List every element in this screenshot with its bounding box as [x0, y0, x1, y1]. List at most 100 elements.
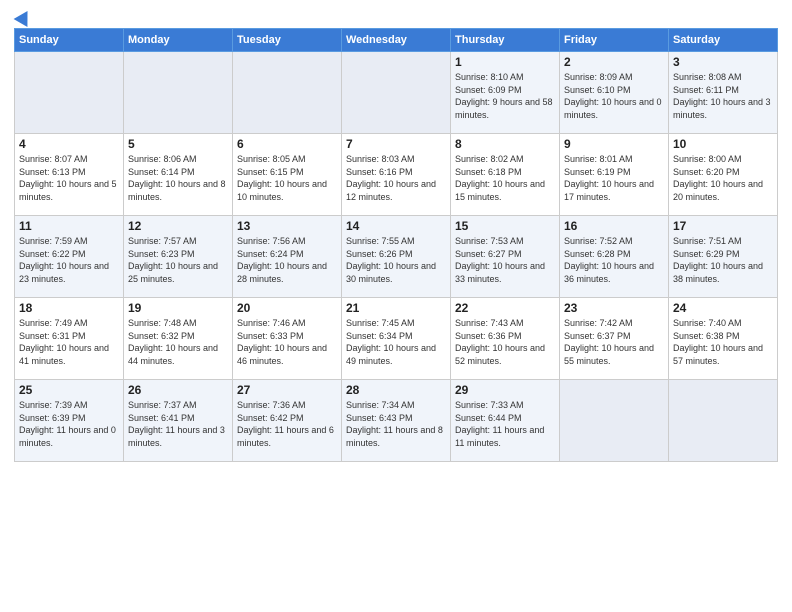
- day-info: Sunrise: 7:39 AM Sunset: 6:39 PM Dayligh…: [19, 399, 119, 449]
- day-info: Sunrise: 7:49 AM Sunset: 6:31 PM Dayligh…: [19, 317, 119, 367]
- day-info: Sunrise: 8:03 AM Sunset: 6:16 PM Dayligh…: [346, 153, 446, 203]
- day-number: 26: [128, 383, 228, 397]
- logo: [14, 10, 32, 22]
- table-row: [342, 52, 451, 134]
- table-row: 8 Sunrise: 8:02 AM Sunset: 6:18 PM Daylig…: [451, 134, 560, 216]
- calendar-week-row: 25 Sunrise: 7:39 AM Sunset: 6:39 PM Dayli…: [15, 380, 778, 462]
- day-number: 28: [346, 383, 446, 397]
- table-row: 25 Sunrise: 7:39 AM Sunset: 6:39 PM Dayli…: [15, 380, 124, 462]
- calendar-day-header: Saturday: [669, 29, 778, 52]
- day-info: Sunrise: 7:42 AM Sunset: 6:37 PM Dayligh…: [564, 317, 664, 367]
- day-info: Sunrise: 7:51 AM Sunset: 6:29 PM Dayligh…: [673, 235, 773, 285]
- calendar-week-row: 18 Sunrise: 7:49 AM Sunset: 6:31 PM Dayli…: [15, 298, 778, 380]
- day-number: 9: [564, 137, 664, 151]
- day-number: 19: [128, 301, 228, 315]
- table-row: [669, 380, 778, 462]
- day-number: 13: [237, 219, 337, 233]
- day-number: 5: [128, 137, 228, 151]
- day-info: Sunrise: 8:06 AM Sunset: 6:14 PM Dayligh…: [128, 153, 228, 203]
- calendar-day-header: Monday: [124, 29, 233, 52]
- day-info: Sunrise: 7:46 AM Sunset: 6:33 PM Dayligh…: [237, 317, 337, 367]
- day-info: Sunrise: 8:01 AM Sunset: 6:19 PM Dayligh…: [564, 153, 664, 203]
- logo-triangle-icon: [14, 7, 35, 27]
- day-info: Sunrise: 7:48 AM Sunset: 6:32 PM Dayligh…: [128, 317, 228, 367]
- day-info: Sunrise: 8:10 AM Sunset: 6:09 PM Dayligh…: [455, 71, 555, 121]
- calendar-day-header: Sunday: [15, 29, 124, 52]
- page-header: [14, 10, 778, 22]
- table-row: 5 Sunrise: 8:06 AM Sunset: 6:14 PM Daylig…: [124, 134, 233, 216]
- table-row: 29 Sunrise: 7:33 AM Sunset: 6:44 PM Dayli…: [451, 380, 560, 462]
- day-number: 25: [19, 383, 119, 397]
- table-row: 6 Sunrise: 8:05 AM Sunset: 6:15 PM Daylig…: [233, 134, 342, 216]
- day-number: 15: [455, 219, 555, 233]
- day-number: 18: [19, 301, 119, 315]
- day-number: 16: [564, 219, 664, 233]
- day-info: Sunrise: 8:08 AM Sunset: 6:11 PM Dayligh…: [673, 71, 773, 121]
- table-row: 2Sunrise: 8:09 AM Sunset: 6:10 PM Daylig…: [560, 52, 669, 134]
- table-row: 26 Sunrise: 7:37 AM Sunset: 6:41 PM Dayli…: [124, 380, 233, 462]
- table-row: 20 Sunrise: 7:46 AM Sunset: 6:33 PM Dayli…: [233, 298, 342, 380]
- table-row: 1Sunrise: 8:10 AM Sunset: 6:09 PM Daylig…: [451, 52, 560, 134]
- day-number: 29: [455, 383, 555, 397]
- day-info: Sunrise: 7:45 AM Sunset: 6:34 PM Dayligh…: [346, 317, 446, 367]
- table-row: 9 Sunrise: 8:01 AM Sunset: 6:19 PM Daylig…: [560, 134, 669, 216]
- table-row: 12Sunrise: 7:57 AM Sunset: 6:23 PM Dayli…: [124, 216, 233, 298]
- table-row: 27 Sunrise: 7:36 AM Sunset: 6:42 PM Dayli…: [233, 380, 342, 462]
- day-info: Sunrise: 7:52 AM Sunset: 6:28 PM Dayligh…: [564, 235, 664, 285]
- day-number: 6: [237, 137, 337, 151]
- day-number: 27: [237, 383, 337, 397]
- table-row: 21 Sunrise: 7:45 AM Sunset: 6:34 PM Dayli…: [342, 298, 451, 380]
- day-info: Sunrise: 8:07 AM Sunset: 6:13 PM Dayligh…: [19, 153, 119, 203]
- table-row: [15, 52, 124, 134]
- day-info: Sunrise: 8:05 AM Sunset: 6:15 PM Dayligh…: [237, 153, 337, 203]
- day-info: Sunrise: 7:53 AM Sunset: 6:27 PM Dayligh…: [455, 235, 555, 285]
- table-row: 10 Sunrise: 8:00 AM Sunset: 6:20 PM Dayli…: [669, 134, 778, 216]
- day-number: 20: [237, 301, 337, 315]
- day-info: Sunrise: 8:00 AM Sunset: 6:20 PM Dayligh…: [673, 153, 773, 203]
- table-row: 24Sunrise: 7:40 AM Sunset: 6:38 PM Dayli…: [669, 298, 778, 380]
- table-row: 3 Sunrise: 8:08 AM Sunset: 6:11 PM Daylig…: [669, 52, 778, 134]
- day-info: Sunrise: 7:34 AM Sunset: 6:43 PM Dayligh…: [346, 399, 446, 449]
- calendar-day-header: Tuesday: [233, 29, 342, 52]
- day-info: Sunrise: 8:02 AM Sunset: 6:18 PM Dayligh…: [455, 153, 555, 203]
- table-row: 23 Sunrise: 7:42 AM Sunset: 6:37 PM Dayli…: [560, 298, 669, 380]
- calendar-table: SundayMondayTuesdayWednesdayThursdayFrid…: [14, 28, 778, 462]
- day-info: Sunrise: 7:56 AM Sunset: 6:24 PM Dayligh…: [237, 235, 337, 285]
- table-row: 4 Sunrise: 8:07 AM Sunset: 6:13 PM Daylig…: [15, 134, 124, 216]
- table-row: 28 Sunrise: 7:34 AM Sunset: 6:43 PM Dayli…: [342, 380, 451, 462]
- day-number: 10: [673, 137, 773, 151]
- day-info: Sunrise: 7:55 AM Sunset: 6:26 PM Dayligh…: [346, 235, 446, 285]
- table-row: 16 Sunrise: 7:52 AM Sunset: 6:28 PM Dayli…: [560, 216, 669, 298]
- day-info: Sunrise: 8:09 AM Sunset: 6:10 PM Dayligh…: [564, 71, 664, 121]
- day-number: 21: [346, 301, 446, 315]
- calendar-header-row: SundayMondayTuesdayWednesdayThursdayFrid…: [15, 29, 778, 52]
- day-info: Sunrise: 7:36 AM Sunset: 6:42 PM Dayligh…: [237, 399, 337, 449]
- table-row: 15 Sunrise: 7:53 AM Sunset: 6:27 PM Dayli…: [451, 216, 560, 298]
- day-number: 8: [455, 137, 555, 151]
- calendar-week-row: 4 Sunrise: 8:07 AM Sunset: 6:13 PM Daylig…: [15, 134, 778, 216]
- day-number: 24: [673, 301, 773, 315]
- day-number: 23: [564, 301, 664, 315]
- day-info: Sunrise: 7:43 AM Sunset: 6:36 PM Dayligh…: [455, 317, 555, 367]
- day-number: 4: [19, 137, 119, 151]
- day-number: 11: [19, 219, 119, 233]
- calendar-week-row: 1Sunrise: 8:10 AM Sunset: 6:09 PM Daylig…: [15, 52, 778, 134]
- day-info: Sunrise: 7:37 AM Sunset: 6:41 PM Dayligh…: [128, 399, 228, 449]
- day-number: 14: [346, 219, 446, 233]
- calendar-day-header: Thursday: [451, 29, 560, 52]
- table-row: 14 Sunrise: 7:55 AM Sunset: 6:26 PM Dayli…: [342, 216, 451, 298]
- table-row: [560, 380, 669, 462]
- day-number: 7: [346, 137, 446, 151]
- day-info: Sunrise: 7:57 AM Sunset: 6:23 PM Dayligh…: [128, 235, 228, 285]
- table-row: [124, 52, 233, 134]
- table-row: 18 Sunrise: 7:49 AM Sunset: 6:31 PM Dayli…: [15, 298, 124, 380]
- table-row: 7 Sunrise: 8:03 AM Sunset: 6:16 PM Daylig…: [342, 134, 451, 216]
- table-row: 19 Sunrise: 7:48 AM Sunset: 6:32 PM Dayli…: [124, 298, 233, 380]
- day-number: 3: [673, 55, 773, 69]
- table-row: 13 Sunrise: 7:56 AM Sunset: 6:24 PM Dayli…: [233, 216, 342, 298]
- day-info: Sunrise: 7:33 AM Sunset: 6:44 PM Dayligh…: [455, 399, 555, 449]
- table-row: 17Sunrise: 7:51 AM Sunset: 6:29 PM Dayli…: [669, 216, 778, 298]
- calendar-day-header: Friday: [560, 29, 669, 52]
- calendar-week-row: 11Sunrise: 7:59 AM Sunset: 6:22 PM Dayli…: [15, 216, 778, 298]
- table-row: [233, 52, 342, 134]
